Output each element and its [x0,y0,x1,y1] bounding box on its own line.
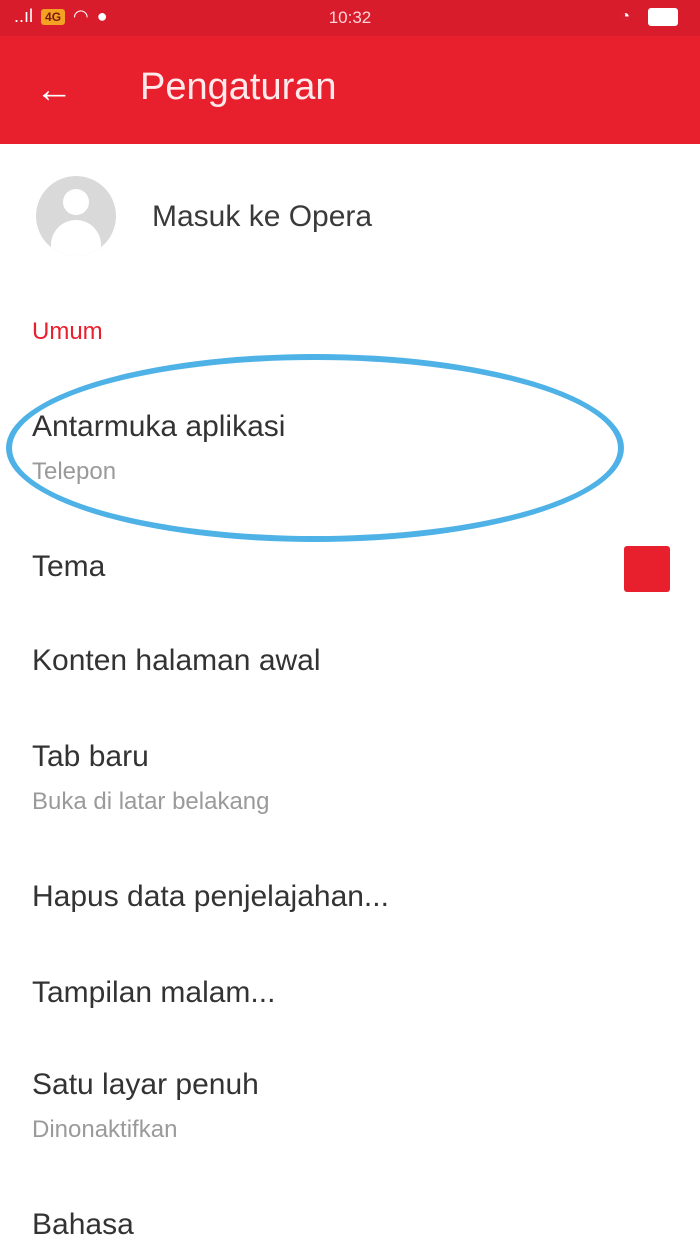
status-right: ◔ [620,8,678,26]
setting-language[interactable]: Bahasa [0,1180,700,1244]
sign-in-row[interactable]: Masuk ke Opera [0,144,700,284]
setting-title: Satu layar penuh [32,1068,259,1101]
status-time: 10:32 [328,8,372,27]
setting-subtitle: Buka di latar belakang [32,788,270,815]
setting-title: Tema [32,550,106,583]
battery-icon [648,8,678,26]
setting-title: Tampilan malam... [32,976,276,1009]
setting-new-tab[interactable]: Tab baru Buka di latar belakang [0,708,700,838]
setting-clear-browsing-data[interactable]: Hapus data penjelajahan... [0,850,700,944]
setting-night-mode[interactable]: Tampilan malam... [0,946,700,1040]
sign-in-label: Masuk ke Opera [152,200,373,233]
setting-title: Hapus data penjelajahan... [32,880,389,913]
setting-subtitle: Telepon [32,458,117,485]
setting-title: Tab baru [32,740,149,773]
back-arrow-icon[interactable]: ← [24,60,84,120]
page-title: Pengaturan [140,66,337,108]
setting-title: Konten halaman awal [32,644,321,677]
setting-title: Bahasa [32,1208,134,1241]
setting-title: Antarmuka aplikasi [32,410,286,443]
section-header-general: Umum [32,318,103,345]
app-bar: ← Pengaturan [0,36,700,144]
theme-color-swatch [624,546,670,592]
settings-screen: ..ıl 4G ◠ ● 10:32 ◔ ← Pengaturan Masuk k… [0,0,700,1244]
setting-fullscreen[interactable]: Satu layar penuh Dinonaktifkan [0,1040,700,1170]
setting-home-content[interactable]: Konten halaman awal [0,614,700,708]
setting-app-interface[interactable]: Antarmuka aplikasi Telepon [0,380,700,510]
status-bar: ..ıl 4G ◠ ● 10:32 ◔ [0,0,700,36]
alarm-icon: ◔ [620,8,630,25]
setting-subtitle: Dinonaktifkan [32,1116,178,1143]
setting-theme[interactable]: Tema [0,520,700,614]
avatar-icon [36,176,116,256]
